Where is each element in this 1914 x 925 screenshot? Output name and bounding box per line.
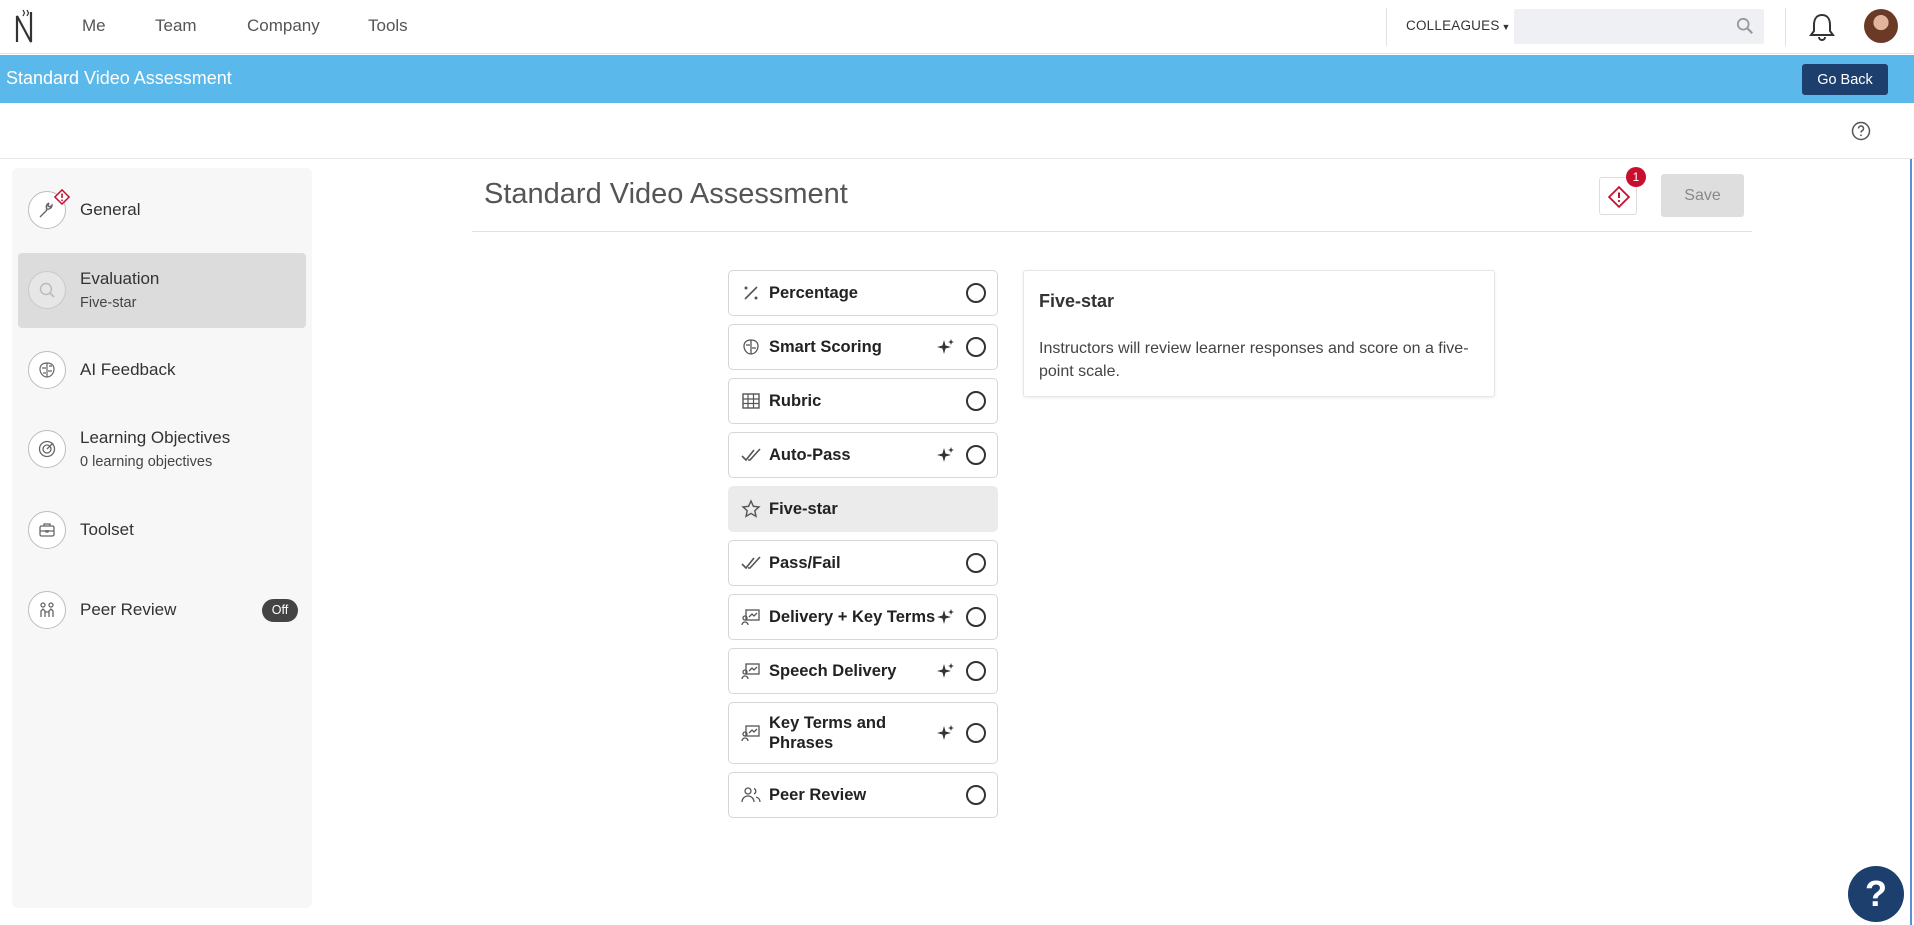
settings-sidebar: General Evaluation Five-star AI Feedback…: [12, 168, 312, 908]
toolbox-icon: [28, 511, 66, 549]
bell-icon[interactable]: [1808, 12, 1836, 42]
option-label: Percentage: [769, 284, 858, 302]
option-five-star[interactable]: Five-star: [728, 486, 998, 532]
sidebar-item-general[interactable]: General: [18, 178, 306, 242]
people-icon: [741, 787, 761, 803]
sidebar-item-label: Evaluation: [80, 269, 160, 288]
help-button[interactable]: ?: [1848, 866, 1904, 922]
sidebar-item-label: AI Feedback: [80, 360, 176, 379]
option-key-terms-phrases[interactable]: Key Terms and Phrases: [728, 702, 998, 764]
assessment-header-bar: Standard Video Assessment Go Back: [0, 55, 1914, 103]
peer-review-toggle[interactable]: Off: [262, 599, 298, 622]
presentation-icon: [741, 609, 760, 626]
option-label: Five-star: [769, 500, 838, 518]
sidebar-item-learning-objectives[interactable]: Learning Objectives 0 learning objective…: [18, 412, 306, 487]
top-navbar: Me Team Company Tools COLLEAGUES ▼: [0, 0, 1914, 54]
option-label: Speech Delivery: [769, 662, 897, 680]
warning-icon: [1607, 185, 1631, 209]
ai-sparkle-icon: [937, 609, 954, 624]
ai-sparkle-icon: [937, 725, 954, 740]
radio-button[interactable]: [966, 553, 986, 573]
radio-button[interactable]: [966, 607, 986, 627]
sidebar-item-toolset[interactable]: Toolset: [18, 498, 306, 562]
option-label: Key Terms and Phrases: [769, 714, 887, 752]
scroll-edge: [1910, 159, 1912, 925]
brain-icon: [28, 351, 66, 389]
option-auto-pass[interactable]: Auto-Pass: [728, 432, 998, 478]
people-icon: [28, 591, 66, 629]
divider: [472, 231, 1752, 232]
page-title: Standard Video Assessment: [484, 178, 848, 210]
nav-team[interactable]: Team: [155, 16, 197, 36]
presentation-icon: [741, 663, 760, 680]
sidebar-item-sublabel: Five-star: [80, 295, 137, 311]
help-circle-icon[interactable]: [1851, 121, 1871, 141]
nav-me[interactable]: Me: [82, 16, 106, 36]
nav-company[interactable]: Company: [247, 16, 320, 36]
presentation-icon: [741, 725, 760, 742]
brain-icon: [743, 339, 759, 355]
option-label: Auto-Pass: [769, 446, 851, 464]
ai-sparkle-icon: [937, 447, 954, 462]
option-label: Delivery + Key Terms: [769, 608, 936, 626]
radio-button[interactable]: [966, 785, 986, 805]
option-rubric[interactable]: Rubric: [728, 378, 998, 424]
option-smart-scoring[interactable]: Smart Scoring: [728, 324, 998, 370]
caret-down-icon: ▼: [1501, 22, 1511, 32]
sidebar-item-sublabel: 0 learning objectives: [80, 454, 213, 470]
target-icon: [28, 430, 66, 468]
option-label: Peer Review: [769, 786, 867, 804]
radio-button[interactable]: [966, 723, 986, 743]
radio-button[interactable]: [966, 283, 986, 303]
double-check-icon: [741, 448, 761, 462]
option-percentage[interactable]: Percentage: [728, 270, 998, 316]
sidebar-item-evaluation[interactable]: Evaluation Five-star: [18, 253, 306, 328]
sidebar-item-label: Peer Review: [80, 600, 177, 619]
double-check-icon: [741, 556, 761, 570]
option-label: Smart Scoring: [769, 338, 882, 356]
colleagues-label: COLLEAGUES: [1406, 18, 1500, 33]
sidebar-item-label: General: [80, 200, 141, 219]
radio-button[interactable]: [966, 445, 986, 465]
radio-button[interactable]: [966, 661, 986, 681]
avatar[interactable]: [1864, 9, 1898, 43]
sidebar-item-label: Toolset: [80, 520, 134, 539]
percent-wand-icon: [744, 286, 758, 300]
option-pass-fail[interactable]: Pass/Fail: [728, 540, 998, 586]
grid-table-icon: [742, 393, 760, 409]
option-peer-review[interactable]: Peer Review: [728, 772, 998, 818]
option-speech-delivery[interactable]: Speech Delivery: [728, 648, 998, 694]
ai-sparkle-icon: [937, 339, 954, 354]
star-icon: [741, 499, 761, 518]
option-label: Pass/Fail: [769, 554, 841, 572]
option-description-card: Five-star Instructors will review learne…: [1023, 270, 1495, 397]
search-icon[interactable]: [1736, 17, 1754, 35]
colleagues-dropdown[interactable]: COLLEAGUES ▼: [1406, 18, 1511, 33]
divider: [1785, 8, 1786, 46]
warning-count-badge: 1: [1626, 167, 1646, 187]
subheader: [0, 103, 1914, 159]
option-delivery-key-terms[interactable]: Delivery + Key Terms: [728, 594, 998, 640]
ai-sparkle-icon: [937, 663, 954, 678]
sidebar-item-ai-feedback[interactable]: AI Feedback: [18, 338, 306, 402]
wrench-icon: [28, 188, 71, 229]
description-title: Five-star: [1039, 291, 1115, 311]
search-input[interactable]: [1514, 9, 1764, 44]
save-button[interactable]: Save: [1661, 174, 1744, 217]
radio-button[interactable]: [966, 391, 986, 411]
go-back-button[interactable]: Go Back: [1802, 64, 1888, 95]
nav-tools[interactable]: Tools: [368, 16, 408, 36]
brand-logo[interactable]: [14, 8, 36, 46]
divider: [1386, 8, 1387, 46]
header-title: Standard Video Assessment: [6, 68, 232, 88]
radio-button[interactable]: [966, 337, 986, 357]
sidebar-item-peer-review[interactable]: Peer Review Off: [18, 578, 306, 642]
option-label: Rubric: [769, 392, 822, 410]
sidebar-item-label: Learning Objectives: [80, 428, 231, 447]
magnifier-icon: [28, 271, 66, 309]
warning-icon: [53, 188, 71, 206]
description-text: Instructors will review learner response…: [1039, 340, 1469, 380]
